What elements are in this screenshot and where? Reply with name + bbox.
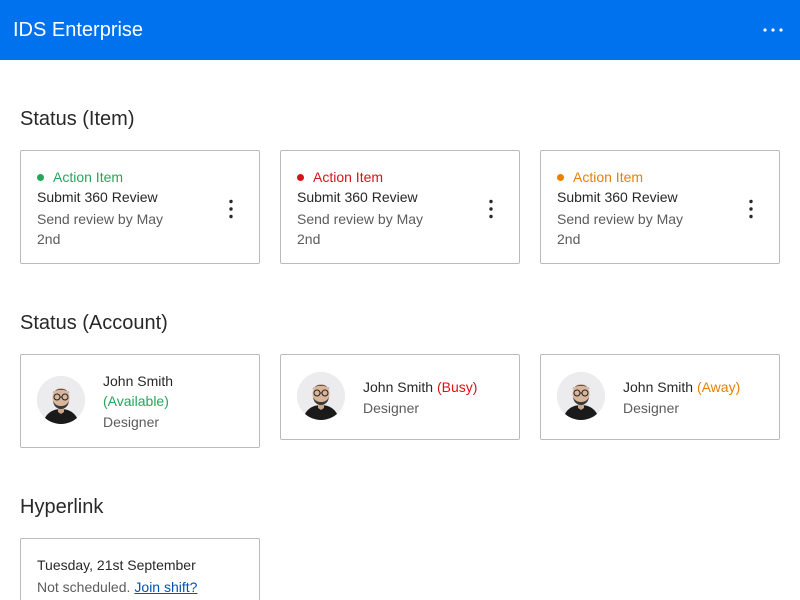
account-status: (Away) (696, 379, 741, 395)
section-title-status-account: Status (Account) (20, 312, 168, 334)
account-name: John Smith (363, 379, 434, 395)
status-dot-icon (37, 173, 44, 181)
status-label: Action Item (53, 169, 124, 185)
avatar (557, 372, 605, 420)
item-title: Submit 360 Review (297, 189, 418, 205)
item-card[interactable]: Action Item Submit 360 Review Send revie… (280, 150, 520, 264)
status-label: Action Item (573, 169, 644, 185)
account-card[interactable]: John Smith (Busy) Designer (280, 354, 520, 440)
section-title-hyperlink: Hyperlink (20, 496, 104, 518)
more-horizontal-icon[interactable] (759, 16, 787, 44)
item-title: Submit 360 Review (37, 189, 158, 205)
item-description: Send review by May 2nd (37, 211, 164, 247)
section-title-status-item: Status (Item) (20, 108, 135, 130)
app-title: IDS Enterprise (13, 18, 144, 41)
item-card[interactable]: Action Item Submit 360 Review Send revie… (20, 150, 260, 264)
account-name: John Smith (623, 379, 694, 395)
more-vertical-icon[interactable] (743, 197, 759, 221)
status-label: Action Item (313, 169, 384, 185)
account-role: Designer (363, 400, 420, 416)
avatar (37, 376, 85, 424)
status-dot-icon (557, 173, 564, 181)
account-name: John Smith (103, 373, 174, 389)
more-vertical-icon[interactable] (223, 197, 239, 221)
account-card[interactable]: John Smith (Away) Designer (540, 354, 780, 440)
account-status: (Busy) (436, 379, 478, 395)
more-vertical-icon[interactable] (483, 197, 499, 221)
account-role: Designer (103, 414, 160, 430)
schedule-status: Not scheduled. (37, 579, 131, 595)
account-status: (Available) (103, 393, 169, 409)
account-card[interactable]: John Smith (Available) Designer (20, 354, 260, 448)
status-dot-icon (297, 173, 304, 181)
item-description: Send review by May 2nd (297, 211, 424, 247)
hyperlink-card: Tuesday, 21st September Not scheduled. Jo… (20, 538, 260, 600)
item-title: Submit 360 Review (557, 189, 678, 205)
avatar (297, 372, 345, 420)
item-card[interactable]: Action Item Submit 360 Review Send revie… (540, 150, 780, 264)
shift-date: Tuesday, 21st September (37, 557, 196, 573)
account-role: Designer (623, 400, 680, 416)
app-header: IDS Enterprise (0, 0, 800, 60)
item-description: Send review by May 2nd (557, 211, 684, 247)
join-shift-link[interactable]: Join shift? (134, 579, 197, 595)
